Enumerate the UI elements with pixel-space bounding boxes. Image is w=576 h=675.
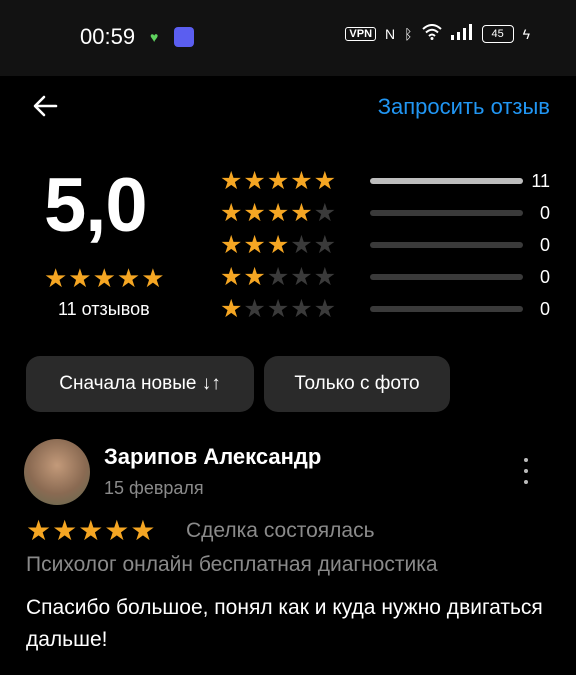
battery-icon: 45 — [481, 24, 514, 43]
distribution-stars: ★★★★★ — [220, 167, 338, 195]
heart-icon: ♥ — [150, 29, 159, 45]
status-bar: 00:59 ♥ VPN N ᛒ 45 ϟ — [0, 0, 576, 76]
reviews-count: 11 отзывов — [58, 299, 150, 319]
deal-status: Сделка состоялась — [186, 519, 375, 542]
distribution-bar — [370, 210, 523, 216]
distribution-count: 0 — [539, 203, 550, 223]
request-review-button[interactable]: Запросить отзыв — [378, 94, 550, 120]
avatar[interactable] — [24, 439, 90, 505]
distribution-stars: ★★★★★ — [220, 199, 338, 227]
bluetooth-icon: ᛒ — [404, 25, 413, 42]
distribution-bar — [370, 242, 523, 248]
distribution-stars: ★★★★★ — [220, 231, 338, 259]
status-time: 00:59 — [80, 24, 136, 49]
distribution-count: 11 — [531, 171, 550, 191]
distribution-row-4: ★★★★★ 0 — [220, 200, 560, 226]
more-options-icon[interactable] — [522, 458, 530, 484]
sort-newest-button[interactable]: Сначала новые ↓↑ — [26, 356, 254, 412]
charging-icon: ϟ — [522, 25, 530, 42]
status-icons: VPN N ᛒ 45 ϟ — [345, 24, 530, 43]
distribution-row-3: ★★★★★ 0 — [220, 232, 560, 258]
wifi-icon — [421, 24, 442, 43]
review-service: Психолог онлайн бесплатная диагностика — [26, 553, 438, 576]
distribution-bar — [370, 306, 523, 312]
distribution-bar — [370, 178, 523, 184]
review-text: Спасибо большое, понял как и куда нужно … — [26, 596, 543, 651]
review-author: Зарипов Александр — [104, 444, 322, 469]
review-stars: ★★★★★ — [26, 515, 157, 546]
rating-stars: ★★★★★ — [44, 263, 166, 293]
distribution-bar — [370, 274, 523, 280]
distribution-row-1: ★★★★★ 0 — [220, 296, 560, 322]
distribution-row-2: ★★★★★ 0 — [220, 264, 560, 290]
distribution-count: 0 — [539, 299, 550, 319]
nfc-icon: N — [385, 25, 396, 42]
review-date: 15 февраля — [104, 478, 204, 498]
photo-only-button[interactable]: Только с фото — [264, 356, 450, 412]
weather-app-icon — [174, 27, 194, 47]
distribution-count: 0 — [539, 235, 550, 255]
distribution-count: 0 — [539, 267, 550, 287]
distribution-row-5: ★★★★★ 11 — [220, 168, 560, 194]
rating-score: 5,0 — [44, 163, 148, 248]
vpn-icon: VPN — [345, 26, 377, 41]
distribution-stars: ★★★★★ — [220, 263, 338, 291]
distribution-stars: ★★★★★ — [220, 295, 338, 323]
signal-icon — [450, 24, 473, 43]
back-arrow-icon[interactable] — [30, 90, 62, 122]
